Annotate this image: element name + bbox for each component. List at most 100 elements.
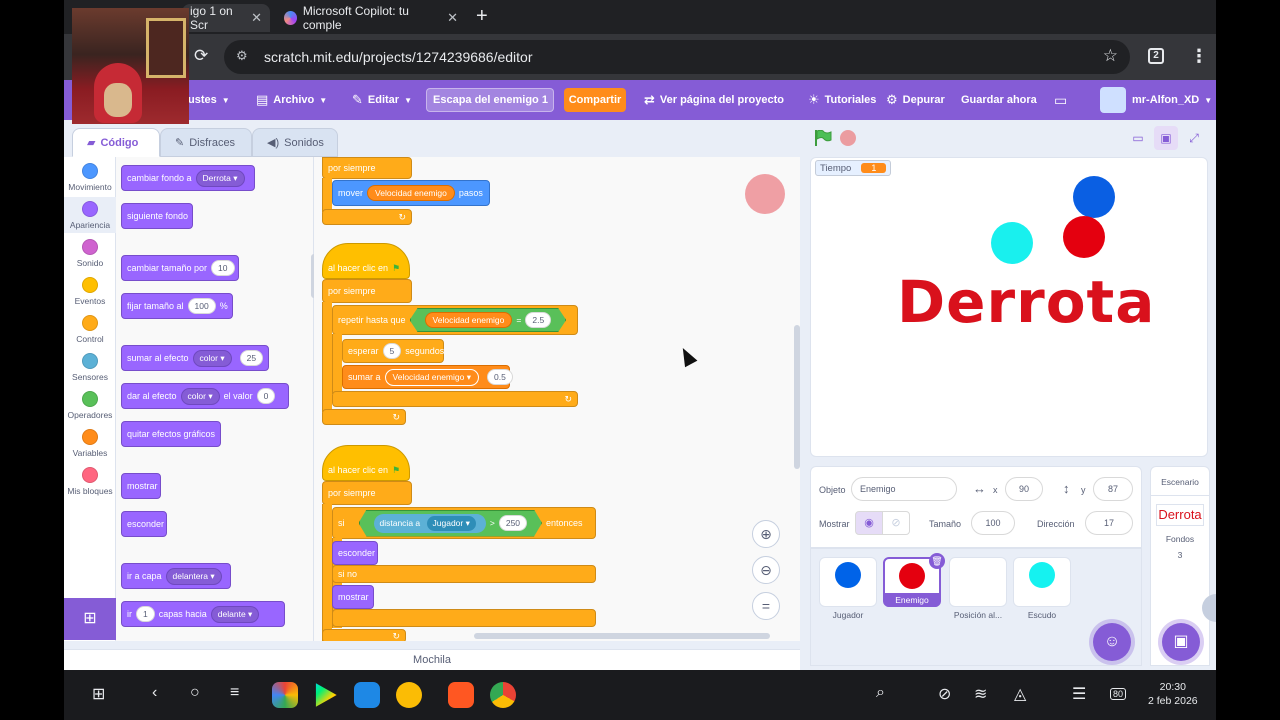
sprite-tile-escudo[interactable]: Escudo <box>1013 557 1071 620</box>
hide-block[interactable]: esconder <box>332 541 378 565</box>
if-else-block[interactable]: si distancia a Jugador ▾ > 250 entonces <box>332 507 596 539</box>
settings-menu[interactable]: ustes ▼ <box>188 80 230 120</box>
small-stage-icon[interactable]: ▭ <box>1126 126 1150 150</box>
add-sprite-button[interactable]: ☺ <box>1093 623 1131 661</box>
show-visible-button[interactable]: ◉ <box>855 511 883 535</box>
debug-button[interactable]: ⚙ Depurar <box>886 80 945 120</box>
horizontal-scrollbar[interactable] <box>474 633 770 639</box>
tab-sounds[interactable]: ◀) Sonidos <box>252 128 338 157</box>
target-dropdown[interactable]: Jugador ▾ <box>427 516 476 531</box>
direction-dropdown[interactable]: delante ▾ <box>210 605 260 623</box>
share-button[interactable]: Compartir <box>564 88 626 112</box>
stage[interactable]: Tiempo 1 Derrota <box>810 157 1208 457</box>
variable-dropdown[interactable]: Velocidad enemigo ▾ <box>384 368 479 386</box>
player-sprite[interactable] <box>1073 176 1115 218</box>
when-flag-clicked-block[interactable]: al hacer clic en ⚑ <box>322 445 410 481</box>
recents-icon[interactable]: ≡ <box>230 684 239 702</box>
forever-block[interactable]: por siempre <box>322 157 412 179</box>
number-input[interactable]: 1 <box>136 606 155 622</box>
apps-grid-icon[interactable]: ⊞ <box>92 684 105 704</box>
greater-than-operator[interactable]: distancia a Jugador ▾ > 250 <box>359 510 543 537</box>
chrome-app-icon[interactable] <box>490 682 516 708</box>
project-title-input[interactable]: Escapa del enemigo 1 <box>426 88 554 112</box>
new-tab-icon[interactable]: + <box>476 5 488 28</box>
navigation-icon[interactable]: ◬ <box>1014 684 1026 704</box>
search-icon[interactable]: ⌕ <box>876 684 885 702</box>
tutorials-button[interactable]: ☀ Tutoriales <box>808 80 876 120</box>
clear-effects-block[interactable]: quitar efectos gráficos <box>121 421 221 447</box>
site-settings-icon[interactable]: ⚙ <box>236 48 248 64</box>
file-menu[interactable]: ▤ Archivo ▼ <box>256 80 327 120</box>
tab-code[interactable]: ▰ Código <box>72 128 160 157</box>
move-block[interactable]: mover Velocidad enemigo pasos <box>332 180 490 206</box>
zoom-in-button[interactable]: ⊕ <box>752 520 780 548</box>
sprite-name-input[interactable]: Enemigo <box>851 477 957 501</box>
sprite-tile-posicion[interactable]: Posición al... <box>949 557 1007 620</box>
switch-backdrop-block[interactable]: cambiar fondo a Derrota ▾ <box>121 165 255 191</box>
shield-sprite[interactable] <box>991 222 1033 264</box>
category-looks[interactable]: Apariencia <box>64 197 116 233</box>
category-operators[interactable]: Operadores <box>64 391 116 420</box>
close-tab-icon[interactable]: ✕ <box>447 10 458 26</box>
effect-dropdown[interactable]: color ▾ <box>192 349 232 367</box>
next-backdrop-block[interactable]: siguiente fondo <box>121 203 193 229</box>
category-motion[interactable]: Movimiento <box>64 163 116 192</box>
omnibox[interactable]: ⚙ scratch.mit.edu/projects/1274239686/ed… <box>224 40 1130 74</box>
number-input[interactable]: 0 <box>256 388 276 404</box>
layer-dropdown[interactable]: delantera ▾ <box>165 567 222 585</box>
change-variable-block[interactable]: sumar a Velocidad enemigo ▾ 0.5 <box>342 365 513 389</box>
number-input[interactable]: 10 <box>211 260 235 276</box>
edit-menu[interactable]: ✎ Editar ▼ <box>352 80 412 120</box>
browser-menu-icon[interactable]: ⋮ <box>1190 46 1208 67</box>
show-block[interactable]: mostrar <box>332 585 374 609</box>
vertical-scrollbar[interactable] <box>794 325 800 469</box>
variable-reporter[interactable]: Velocidad enemigo <box>367 185 455 201</box>
notifications-icon[interactable]: ☰ <box>1072 684 1086 704</box>
sprite-tile-enemigo[interactable]: Enemigo 🗑 <box>883 553 945 607</box>
stop-icon[interactable] <box>840 130 856 146</box>
wifi-icon[interactable]: ≋ <box>974 684 987 704</box>
close-tab-icon[interactable]: ✕ <box>251 10 262 26</box>
category-sensing[interactable]: Sensores <box>64 353 116 382</box>
play-store-icon[interactable] <box>315 683 337 707</box>
number-input[interactable]: 25 <box>239 350 264 366</box>
enemy-sprite[interactable] <box>1063 216 1105 258</box>
go-layers-block[interactable]: ir 1 capas hacia delante ▾ <box>121 601 285 627</box>
trash-icon[interactable]: 🗑 <box>929 553 945 569</box>
backdrop-dropdown[interactable]: Derrota ▾ <box>195 169 245 187</box>
recorder-app-icon[interactable] <box>448 682 474 708</box>
direction-input[interactable]: 17 <box>1085 511 1133 535</box>
my-stuff-folder-icon[interactable]: ▭ <box>1054 80 1067 120</box>
tab-costumes[interactable]: ✎ Disfraces <box>160 128 252 157</box>
category-events[interactable]: Eventos <box>64 277 116 306</box>
wait-block[interactable]: esperar 5 segundos <box>342 339 444 363</box>
size-input[interactable]: 100 <box>971 511 1015 535</box>
category-my-blocks[interactable]: Mis bloques <box>64 467 116 496</box>
show-block[interactable]: mostrar <box>121 473 161 499</box>
number-input[interactable]: 2.5 <box>525 312 551 328</box>
avatar[interactable] <box>1100 87 1126 113</box>
variable-reporter[interactable]: Velocidad enemigo <box>425 312 513 328</box>
change-effect-block[interactable]: sumar al efecto color ▾ 25 <box>121 345 269 371</box>
slides-app-icon[interactable] <box>354 682 380 708</box>
fullscreen-icon[interactable]: ⤢ <box>1182 126 1206 150</box>
category-sound[interactable]: Sonido <box>64 239 116 268</box>
number-input[interactable]: 0.5 <box>487 369 513 385</box>
stage-selector-pane[interactable]: Escenario Derrota Fondos 3 ▣ <box>1150 466 1210 666</box>
backpack-bar[interactable]: Mochila <box>64 649 800 670</box>
back-icon[interactable]: ‹ <box>152 684 157 702</box>
green-flag-icon[interactable] <box>814 130 832 146</box>
game-app-icon[interactable] <box>396 682 422 708</box>
browser-tab-copilot[interactable]: Microsoft Copilot: tu comple ✕ <box>276 4 466 32</box>
mute-icon[interactable]: ⊘ <box>938 684 951 704</box>
set-size-block[interactable]: fijar tamaño al 100 % <box>121 293 233 319</box>
category-variables[interactable]: Variables <box>64 429 116 458</box>
tab-count-icon[interactable]: 2 <box>1148 48 1164 64</box>
when-flag-clicked-block[interactable]: al hacer clic en ⚑ <box>322 243 410 279</box>
save-now-button[interactable]: Guardar ahora <box>961 80 1037 120</box>
number-input[interactable]: 100 <box>187 298 216 314</box>
forever-block[interactable]: por siempre <box>322 481 412 505</box>
effect-dropdown[interactable]: color ▾ <box>180 387 220 405</box>
sprite-tile-jugador[interactable]: Jugador <box>819 557 877 620</box>
script-area[interactable]: por siempre mover Velocidad enemigo paso… <box>314 157 800 641</box>
